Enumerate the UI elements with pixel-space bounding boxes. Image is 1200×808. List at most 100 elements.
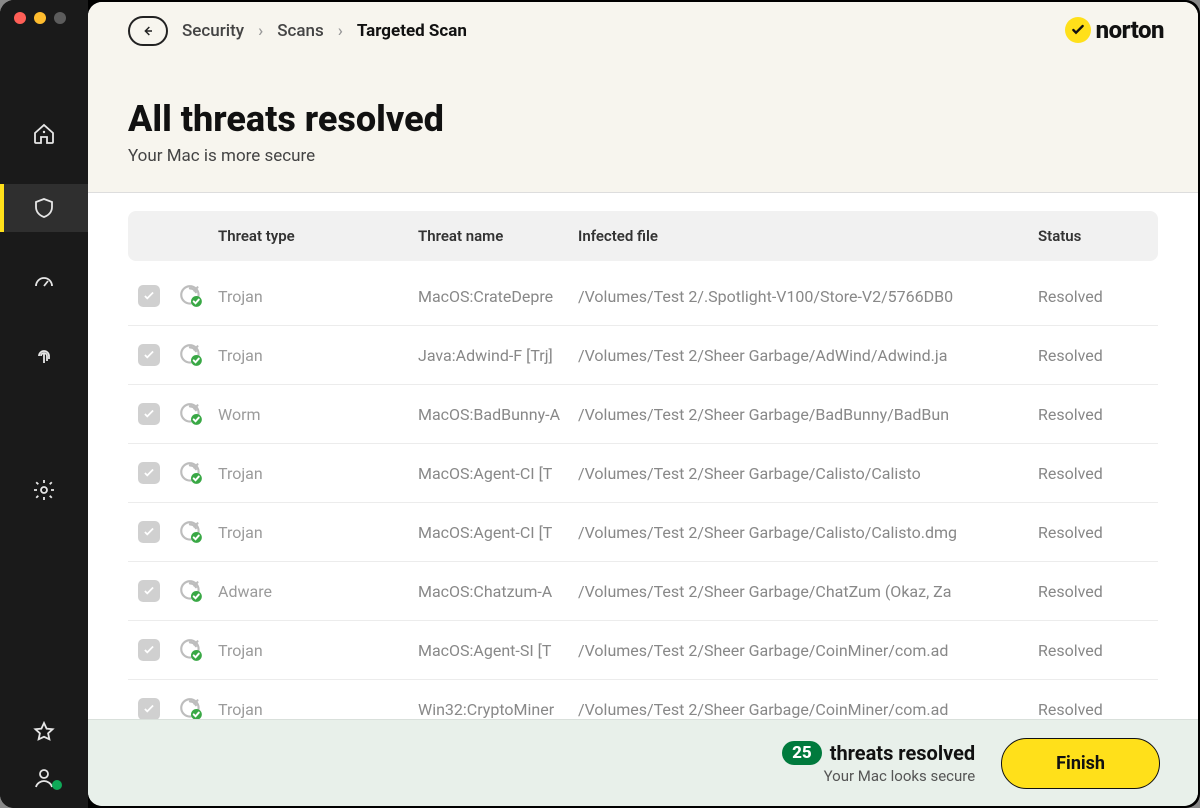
summary-subtitle: Your Mac looks secure — [824, 767, 976, 785]
brand-logo: norton — [1065, 16, 1164, 44]
sidebar-item-security[interactable] — [0, 184, 88, 232]
col-threat-name: Threat name — [418, 227, 578, 245]
threat-resolved-icon — [178, 519, 204, 545]
sidebar-item-home[interactable] — [0, 110, 88, 158]
sidebar-item-favorites[interactable] — [0, 720, 88, 744]
sidebar-item-privacy[interactable] — [0, 332, 88, 380]
brand-name: norton — [1096, 16, 1164, 44]
account-online-indicator — [52, 780, 62, 790]
table-body: Trojan MacOS:CrateDepre/Volumes/Test 2/.S… — [128, 267, 1158, 719]
cell-infected-file: /Volumes/Test 2/Sheer Garbage/CoinMiner/… — [578, 641, 1038, 660]
cell-threat-name: MacOS:Agent-SI [T — [418, 641, 578, 660]
row-checkbox[interactable] — [138, 698, 160, 719]
table-row[interactable]: TrojanJava:Adwind-F [Trj]/Volumes/Test 2… — [128, 326, 1158, 385]
app-window: norton Security › Scans › Targeted Scan … — [0, 0, 1200, 808]
main-panel: norton Security › Scans › Targeted Scan … — [88, 2, 1198, 806]
sidebar-item-performance[interactable] — [0, 258, 88, 306]
resolved-count-badge: 25 — [782, 741, 822, 765]
cell-infected-file: /Volumes/Test 2/Sheer Garbage/CoinMiner/… — [578, 700, 1038, 719]
table-row[interactable]: TrojanMacOS:Agent-CI [T/Volumes/Test 2/S… — [128, 503, 1158, 562]
back-button[interactable] — [128, 16, 168, 46]
row-checkbox[interactable] — [138, 580, 160, 602]
sidebar — [0, 0, 88, 808]
fingerprint-icon — [32, 344, 56, 368]
maximize-window-icon[interactable] — [54, 12, 66, 24]
sidebar-item-account[interactable] — [0, 766, 88, 790]
sidebar-item-settings[interactable] — [0, 466, 88, 514]
threat-resolved-icon — [178, 637, 204, 663]
cell-threat-name: MacOS:BadBunny-A — [418, 405, 578, 424]
threat-resolved-icon — [178, 696, 204, 719]
table-row[interactable]: TrojanWin32:CryptoMiner/Volumes/Test 2/S… — [128, 680, 1158, 719]
cell-threat-name: Win32:CryptoMiner — [418, 700, 578, 719]
threat-resolved-icon — [178, 401, 204, 427]
page-title: All threats resolved — [128, 98, 1158, 140]
cell-threat-type: Adware — [218, 582, 418, 601]
col-blank — [138, 227, 218, 245]
threat-resolved-icon — [178, 283, 204, 309]
window-controls[interactable] — [14, 12, 66, 24]
cell-status: Resolved — [1038, 582, 1148, 601]
cell-status: Resolved — [1038, 405, 1148, 424]
cell-status: Resolved — [1038, 346, 1148, 365]
cell-status: Resolved — [1038, 523, 1148, 542]
header: Security › Scans › Targeted Scan All thr… — [88, 2, 1198, 193]
cell-threat-type: Trojan — [218, 700, 418, 719]
house-icon — [32, 122, 56, 146]
row-checkbox[interactable] — [138, 639, 160, 661]
finish-button[interactable]: Finish — [1001, 738, 1160, 789]
table-row[interactable]: TrojanMacOS:Agent-SI [T/Volumes/Test 2/S… — [128, 621, 1158, 680]
results-table: Threat type Threat name Infected file St… — [88, 193, 1198, 719]
cell-threat-type: Trojan — [218, 523, 418, 542]
cell-threat-name: MacOS:Agent-CI [T — [418, 523, 578, 542]
table-row[interactable]: WormMacOS:BadBunny-A/Volumes/Test 2/Shee… — [128, 385, 1158, 444]
col-threat-type: Threat type — [218, 227, 418, 245]
cell-infected-file: /Volumes/Test 2/.Spotlight-V100/Store-V2… — [578, 287, 1038, 306]
breadcrumb-item-1[interactable]: Scans — [277, 21, 324, 41]
cell-infected-file: /Volumes/Test 2/Sheer Garbage/ChatZum (O… — [578, 582, 1038, 601]
breadcrumb: Security › Scans › Targeted Scan — [128, 16, 1158, 46]
gear-icon — [32, 478, 56, 502]
cell-infected-file: /Volumes/Test 2/Sheer Garbage/Calisto/Ca… — [578, 523, 1038, 542]
page-subtitle: Your Mac is more secure — [128, 146, 1158, 166]
footer-bar: 25 threats resolved Your Mac looks secur… — [88, 719, 1198, 806]
threat-resolved-icon — [178, 460, 204, 486]
cell-threat-type: Trojan — [218, 641, 418, 660]
cell-threat-type: Trojan — [218, 346, 418, 365]
table-header-row: Threat type Threat name Infected file St… — [128, 211, 1158, 261]
arrow-left-icon — [140, 23, 156, 39]
cell-status: Resolved — [1038, 700, 1148, 719]
breadcrumb-item-0[interactable]: Security — [182, 21, 244, 41]
row-checkbox[interactable] — [138, 462, 160, 484]
row-checkbox[interactable] — [138, 403, 160, 425]
star-icon — [32, 720, 56, 744]
cell-threat-name: MacOS:CrateDepre — [418, 287, 578, 306]
cell-threat-name: MacOS:Chatzum-A — [418, 582, 578, 601]
col-status: Status — [1038, 227, 1148, 245]
gauge-icon — [32, 270, 56, 294]
row-checkbox[interactable] — [138, 285, 160, 307]
table-row[interactable]: AdwareMacOS:Chatzum-A/Volumes/Test 2/She… — [128, 562, 1158, 621]
cell-infected-file: /Volumes/Test 2/Sheer Garbage/AdWind/Adw… — [578, 346, 1038, 365]
cell-infected-file: /Volumes/Test 2/Sheer Garbage/BadBunny/B… — [578, 405, 1038, 424]
cell-threat-type: Worm — [218, 405, 418, 424]
threat-resolved-icon — [178, 342, 204, 368]
cell-threat-name: MacOS:Agent-CI [T — [418, 464, 578, 483]
threat-resolved-icon — [178, 578, 204, 604]
row-checkbox[interactable] — [138, 344, 160, 366]
cell-status: Resolved — [1038, 287, 1148, 306]
row-checkbox[interactable] — [138, 521, 160, 543]
table-row[interactable]: TrojanMacOS:Agent-CI [T/Volumes/Test 2/S… — [128, 444, 1158, 503]
breadcrumb-item-2: Targeted Scan — [357, 21, 467, 41]
close-window-icon[interactable] — [14, 12, 26, 24]
cell-threat-type: Trojan — [218, 464, 418, 483]
summary: 25 threats resolved Your Mac looks secur… — [782, 741, 975, 785]
table-row[interactable]: TrojanMacOS:CrateDepre/Volumes/Test 2/.S… — [128, 267, 1158, 326]
chevron-right-icon: › — [258, 21, 263, 41]
chevron-right-icon: › — [338, 21, 343, 41]
resolved-count-label: threats resolved — [830, 741, 975, 765]
cell-status: Resolved — [1038, 464, 1148, 483]
cell-status: Resolved — [1038, 641, 1148, 660]
minimize-window-icon[interactable] — [34, 12, 46, 24]
cell-infected-file: /Volumes/Test 2/Sheer Garbage/Calisto/Ca… — [578, 464, 1038, 483]
